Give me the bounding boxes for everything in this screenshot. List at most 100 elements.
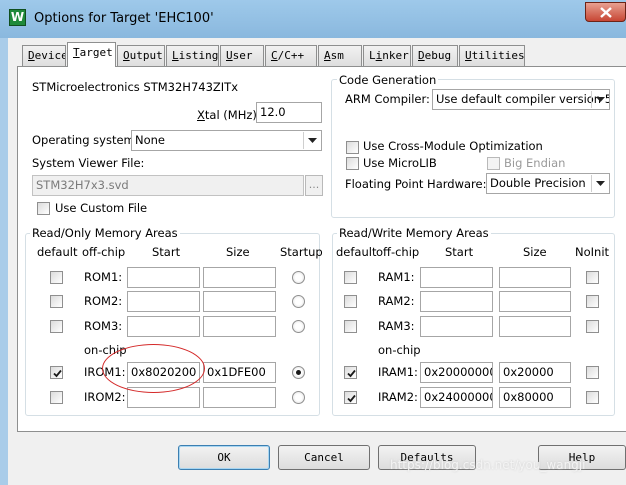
tab-listing[interactable]: Listing (166, 45, 219, 66)
tab-cc[interactable]: C/C++ (265, 45, 317, 66)
ram-header-start: Start (445, 245, 474, 259)
ram-start-input[interactable] (420, 291, 493, 312)
ram-default-checkbox[interactable] (344, 295, 357, 308)
ram-row-name: RAM1: (378, 270, 415, 284)
ok-button[interactable]: OK (178, 445, 270, 470)
rom-start-input[interactable] (127, 267, 200, 288)
ram-row-name: RAM3: (378, 319, 415, 333)
device-name: STMicroelectronics STM32H743ZITx (32, 80, 238, 94)
fpu-select[interactable]: Double Precision (486, 173, 610, 194)
tab-asm[interactable]: Asm (318, 45, 362, 66)
ram-start-input[interactable] (420, 316, 493, 337)
cross-module-checkbox[interactable] (346, 141, 359, 154)
rom-startup-radio[interactable] (292, 295, 305, 308)
ram-noinit-checkbox[interactable] (586, 391, 599, 404)
tab-target[interactable]: Target (67, 42, 116, 67)
rom-row-name: ROM3: (84, 319, 123, 333)
ram-noinit-checkbox[interactable] (586, 366, 599, 379)
microlib-checkbox[interactable] (346, 157, 359, 170)
fpu-label: Floating Point Hardware: (345, 177, 487, 191)
chevron-down-icon (303, 132, 320, 149)
custom-file-label: Use Custom File (55, 201, 148, 215)
ram-size-input[interactable] (499, 267, 571, 288)
rom-size-input[interactable] (203, 316, 276, 337)
rom-header-size: Size (226, 245, 250, 259)
svf-input[interactable]: STM32H7x3.svd (32, 175, 304, 196)
rom-default-checkbox[interactable] (50, 295, 63, 308)
rom-start-input[interactable] (127, 291, 200, 312)
chevron-down-icon (591, 91, 608, 108)
ram-header-noinit: NoInit (575, 245, 610, 259)
rom-header-start: Start (152, 245, 181, 259)
ram-row-name: IRAM1: (378, 365, 418, 379)
rom-row-name: IROM2: (84, 390, 126, 404)
code-generation-title: Code Generation (337, 73, 439, 87)
tab-utilities[interactable]: Utilities (459, 45, 525, 66)
ram-noinit-checkbox[interactable] (586, 320, 599, 333)
xtal-label: Xtal (MHz): (197, 108, 261, 122)
custom-file-checkbox[interactable] (37, 202, 50, 215)
ram-size-input[interactable]: 0x80000 (499, 387, 571, 408)
compiler-select[interactable]: Use default compiler version 5 (432, 89, 610, 110)
svf-browse-button[interactable]: ... (305, 175, 323, 196)
ram-onchip-label: on-chip (378, 343, 421, 357)
chevron-down-icon (591, 175, 608, 192)
ram-header-offchip: off-chip (376, 245, 420, 259)
rom-default-checkbox[interactable] (50, 391, 63, 404)
ram-size-input[interactable] (499, 291, 571, 312)
compiler-label: ARM Compiler: (345, 92, 430, 106)
rom-startup-radio[interactable] (292, 366, 305, 379)
checkmark-icon (53, 369, 62, 378)
close-icon (600, 7, 612, 18)
tab-user[interactable]: User (220, 45, 264, 66)
svf-label: System Viewer File: (32, 156, 145, 170)
checkmark-icon (347, 394, 356, 403)
os-select[interactable]: None (131, 130, 322, 151)
rom-default-checkbox[interactable] (50, 271, 63, 284)
title-bar[interactable]: W Options for Target 'EHC100' (0, 0, 626, 38)
ram-row-name: IRAM2: (378, 390, 418, 404)
big-endian-checkbox[interactable] (487, 157, 500, 170)
rom-row-name: ROM1: (84, 270, 123, 284)
close-button[interactable] (585, 2, 626, 22)
window-title: Options for Target 'EHC100' (34, 11, 214, 26)
radio-dot (296, 370, 301, 375)
rom-header-default: default (37, 245, 78, 259)
rom-size-input[interactable] (203, 387, 276, 408)
rom-default-checkbox[interactable] (50, 320, 63, 333)
rom-startup-radio[interactable] (292, 391, 305, 404)
red-annotation-circle (102, 344, 205, 393)
cancel-button[interactable]: Cancel (278, 445, 370, 470)
ram-default-checkbox[interactable] (344, 320, 357, 333)
tab-device[interactable]: Device (22, 45, 66, 66)
tab-debug[interactable]: Debug (412, 45, 458, 66)
ram-default-checkbox[interactable] (344, 271, 357, 284)
tab-linker[interactable]: Linker (363, 45, 411, 66)
ram-size-input[interactable]: 0x20000 (499, 362, 571, 383)
rom-header-offchip: off-chip (82, 245, 126, 259)
ram-default-checkbox[interactable] (344, 391, 357, 404)
big-endian-label: Big Endian (504, 156, 566, 170)
ram-header-default: default (336, 245, 377, 259)
rom-size-input[interactable] (203, 267, 276, 288)
tab-output[interactable]: Output (117, 45, 165, 66)
xtal-input[interactable]: 12.0 (256, 102, 322, 123)
ram-noinit-checkbox[interactable] (586, 271, 599, 284)
microlib-label: Use MicroLIB (363, 156, 437, 170)
rom-startup-radio[interactable] (292, 271, 305, 284)
ram-start-input[interactable]: 0x24000000 (420, 387, 493, 408)
ram-noinit-checkbox[interactable] (586, 295, 599, 308)
rom-start-input[interactable] (127, 316, 200, 337)
rom-size-input[interactable]: 0x1DFE00 (203, 362, 276, 383)
ram-start-input[interactable] (420, 267, 493, 288)
ram-default-checkbox[interactable] (344, 366, 357, 379)
rom-header-startup: Startup (280, 245, 323, 259)
ram-start-input[interactable]: 0x20000000 (420, 362, 493, 383)
checkmark-icon (347, 369, 356, 378)
rom-row-name: ROM2: (84, 294, 123, 308)
rom-default-checkbox[interactable] (50, 366, 63, 379)
rom-group-title: Read/Only Memory Areas (30, 226, 180, 240)
ram-size-input[interactable] (499, 316, 571, 337)
rom-startup-radio[interactable] (292, 320, 305, 333)
rom-size-input[interactable] (203, 291, 276, 312)
